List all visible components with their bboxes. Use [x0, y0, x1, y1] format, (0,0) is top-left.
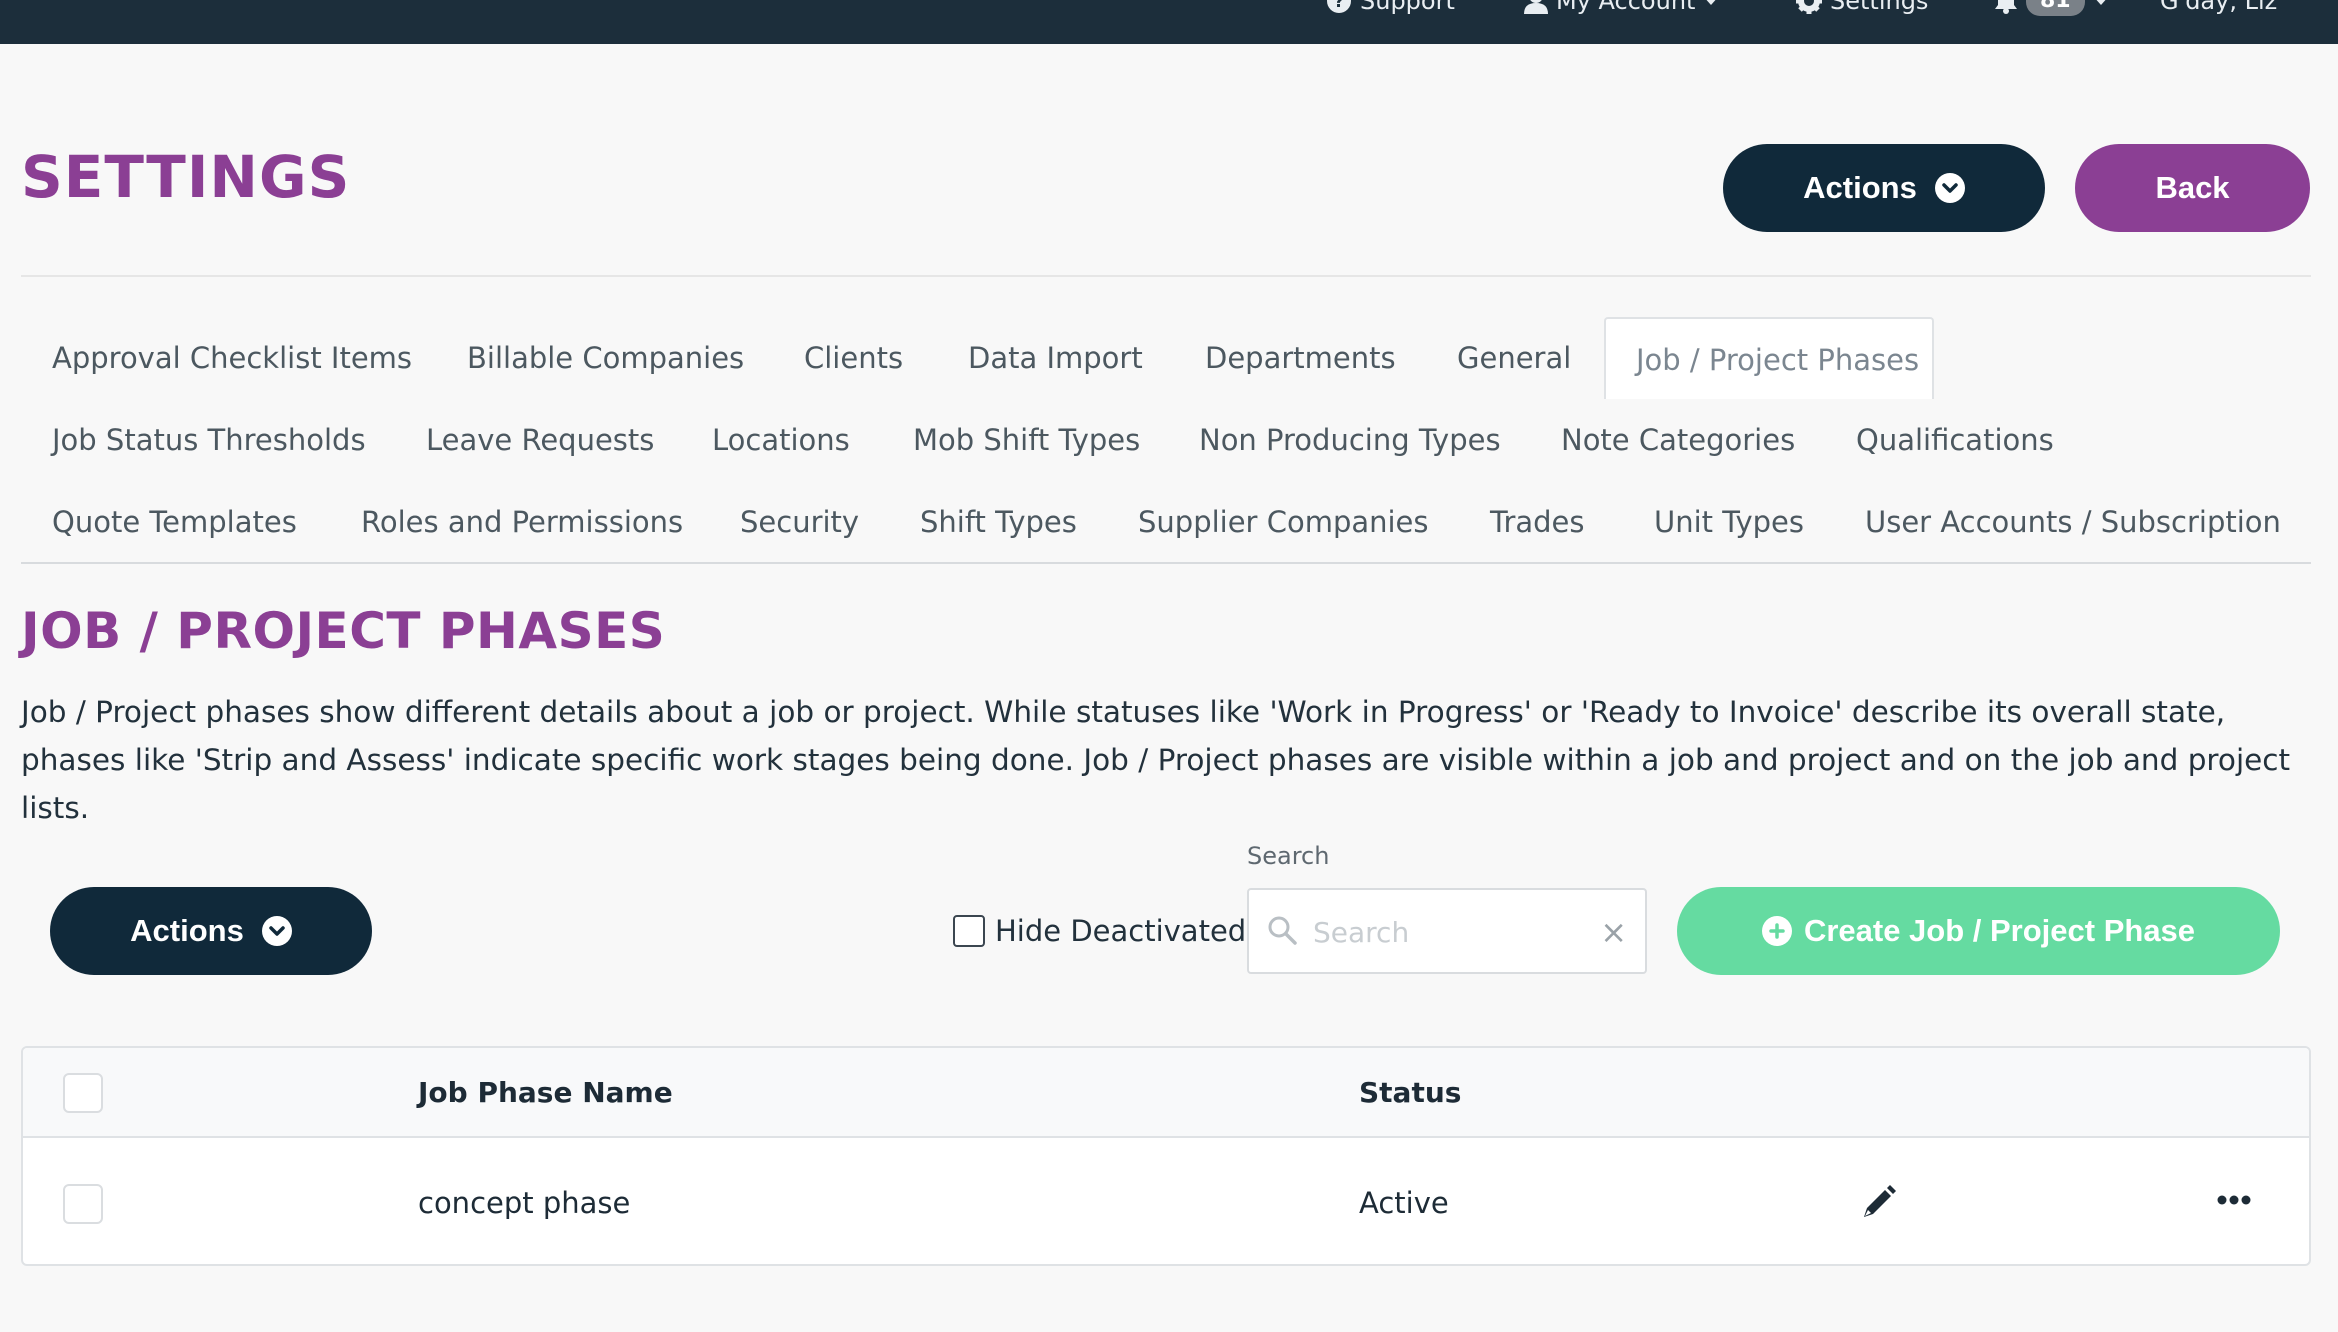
tab-mob-shift-types[interactable]: Mob Shift Types	[913, 399, 1140, 481]
search-icon	[1267, 915, 1297, 949]
row-status: Active	[1359, 1186, 1449, 1220]
column-header-job-phase-name[interactable]: Job Phase Name	[418, 1073, 673, 1113]
tab-trades[interactable]: Trades	[1490, 481, 1585, 563]
tab-locations[interactable]: Locations	[712, 399, 850, 481]
user-greeting-label: G'day, Liz	[2160, 0, 2278, 15]
top-navigation-bar: ? Support My Account Settings 81 G'day, …	[0, 0, 2338, 44]
page-title: SETTINGS	[21, 143, 351, 211]
gear-icon	[1796, 0, 1822, 14]
search-label: Search	[1247, 842, 1330, 870]
tab-data-import[interactable]: Data Import	[968, 317, 1143, 399]
table-header: Job Phase Name Status	[23, 1048, 2309, 1138]
settings-label: Settings	[1830, 0, 1929, 15]
user-greeting[interactable]: G'day, Liz	[2160, 0, 2277, 16]
my-account-menu[interactable]: My Account	[1524, 0, 1719, 16]
tab-user-accounts-subscription[interactable]: User Accounts / Subscription	[1865, 481, 2281, 563]
tab-general[interactable]: General	[1457, 317, 1571, 399]
column-header-status[interactable]: Status	[1359, 1073, 1461, 1113]
tab-quote-templates[interactable]: Quote Templates	[52, 481, 297, 563]
tab-clients[interactable]: Clients	[804, 317, 903, 399]
question-circle-icon: ?	[1326, 0, 1352, 14]
hide-deactivated-checkbox[interactable]	[953, 915, 985, 947]
tab-unit-types[interactable]: Unit Types	[1654, 481, 1804, 563]
tab-non-producing-types[interactable]: Non Producing Types	[1199, 399, 1501, 481]
job-phases-table: Job Phase Name Status concept phase Acti…	[21, 1046, 2311, 1266]
row-select-checkbox[interactable]	[63, 1184, 103, 1224]
pencil-icon[interactable]	[1859, 1184, 1897, 1226]
create-job-project-phase-label: Create Job / Project Phase	[1803, 913, 2196, 948]
more-horizontal-icon[interactable]	[2217, 1192, 2251, 1211]
tab-shift-types[interactable]: Shift Types	[920, 481, 1077, 563]
tab-security[interactable]: Security	[740, 481, 859, 563]
my-account-label: My Account	[1556, 0, 1696, 15]
header-actions-button[interactable]: Actions	[1723, 144, 2045, 232]
notifications-menu[interactable]: 81	[1994, 0, 2109, 16]
caret-down-icon	[2093, 0, 2109, 6]
tab-job-project-phases[interactable]: Job / Project Phases	[1604, 317, 1934, 399]
tab-leave-requests[interactable]: Leave Requests	[426, 399, 654, 481]
caret-down-icon	[1703, 0, 1719, 6]
chevron-down-circle-icon	[1934, 173, 1965, 203]
section-description: Job / Project phases show different deta…	[21, 695, 2291, 825]
list-actions-button[interactable]: Actions	[50, 887, 372, 975]
plus-circle-icon	[1761, 916, 1792, 946]
tab-job-status-thresholds[interactable]: Job Status Thresholds	[52, 399, 366, 481]
tab-approval-checklist-items[interactable]: Approval Checklist Items	[52, 317, 412, 399]
list-actions-label: Actions	[130, 913, 244, 948]
bell-icon	[1994, 0, 2018, 14]
back-button[interactable]: Back	[2075, 144, 2310, 232]
tab-billable-companies[interactable]: Billable Companies	[467, 317, 744, 399]
section-title: JOB / PROJECT PHASES	[21, 602, 666, 660]
header-divider	[21, 275, 2311, 277]
svg-text:?: ?	[1334, 0, 1344, 12]
search-input[interactable]	[1313, 910, 1593, 954]
settings-link[interactable]: Settings	[1796, 0, 1928, 16]
user-icon	[1524, 0, 1548, 14]
notification-count-badge: 81	[2026, 0, 2085, 16]
hide-deactivated-label: Hide Deactivated	[995, 914, 1247, 948]
tab-supplier-companies[interactable]: Supplier Companies	[1138, 481, 1429, 563]
close-icon[interactable]: ×	[1600, 914, 1627, 950]
tab-departments[interactable]: Departments	[1205, 317, 1396, 399]
back-label: Back	[2155, 170, 2230, 205]
tab-qualifications[interactable]: Qualifications	[1856, 399, 2054, 481]
select-all-checkbox[interactable]	[63, 1073, 103, 1113]
table-row[interactable]: concept phase Active	[23, 1140, 2309, 1264]
hide-deactivated-toggle[interactable]: Hide Deactivated	[953, 912, 1246, 950]
row-job-phase-name: concept phase	[418, 1186, 631, 1220]
header-actions-label: Actions	[1803, 170, 1917, 205]
chevron-down-circle-icon	[261, 916, 292, 946]
tabs-divider	[21, 562, 2311, 564]
tab-note-categories[interactable]: Note Categories	[1561, 399, 1795, 481]
tab-roles-and-permissions[interactable]: Roles and Permissions	[361, 481, 683, 563]
support-label: Support	[1360, 0, 1455, 15]
create-job-project-phase-button[interactable]: Create Job / Project Phase	[1677, 887, 2280, 975]
search-field: ×	[1247, 888, 1647, 974]
support-link[interactable]: ? Support	[1326, 0, 1455, 16]
